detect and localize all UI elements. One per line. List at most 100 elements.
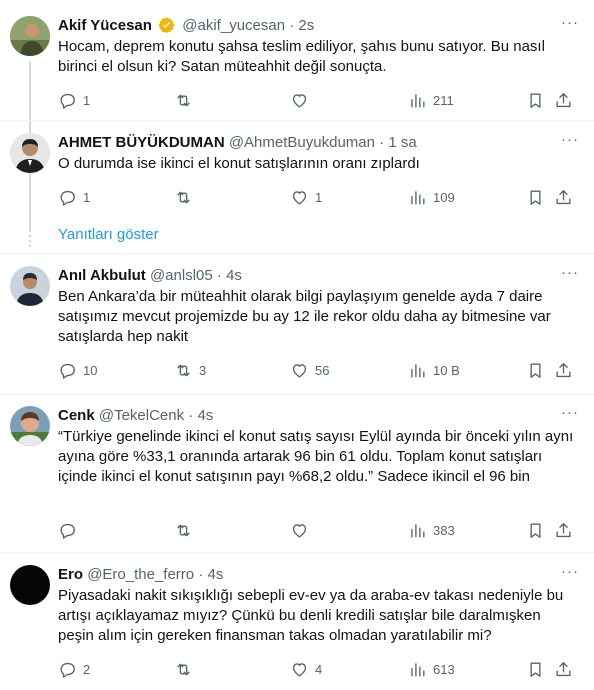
replies-count: 2 <box>83 661 91 677</box>
replies-count: 1 <box>83 92 91 108</box>
tweet-ahmet[interactable]: AHMET BÜYÜKDUMAN @AhmetBuyukduman · 1 sa… <box>0 132 594 213</box>
timestamp[interactable]: 4s <box>197 407 213 424</box>
more-options-icon[interactable]: ··· <box>560 132 580 153</box>
like-icon <box>290 361 309 380</box>
share-button[interactable] <box>554 520 573 540</box>
like-icon <box>290 188 309 207</box>
reply-button[interactable]: 2 <box>58 659 90 679</box>
share-button[interactable] <box>554 659 573 679</box>
display-name[interactable]: Anıl Akbulut <box>58 267 146 284</box>
views-icon <box>408 521 427 540</box>
retweet-icon <box>174 91 193 110</box>
more-options-icon[interactable]: ··· <box>560 265 580 286</box>
display-name[interactable]: AHMET BÜYÜKDUMAN <box>58 134 225 151</box>
share-button[interactable] <box>554 187 573 207</box>
views-button[interactable]: 211 <box>408 90 454 110</box>
tweet-ero[interactable]: Ero @Ero_the_ferro · 4s ··· Piyasadaki n… <box>0 564 594 685</box>
thread-dotted-line <box>29 220 31 250</box>
tweet-header: Akif Yücesan @akif_yucesan · 2s <box>58 16 564 36</box>
like-icon <box>290 660 309 679</box>
retweet-button[interactable] <box>174 659 199 679</box>
tweet-text: Piyasadaki nakit sıkışıklığı sebepli ev-… <box>58 587 564 644</box>
reply-icon <box>58 361 77 380</box>
views-icon <box>408 660 427 679</box>
tweet-text: O durumda ise ikinci el konut satışların… <box>58 155 420 172</box>
reply-button[interactable]: 1 <box>58 90 90 110</box>
views-count: 383 <box>433 522 455 538</box>
like-button[interactable] <box>290 90 315 110</box>
timestamp[interactable]: 1 sa <box>388 134 416 151</box>
bookmark-icon <box>526 188 545 207</box>
views-button[interactable]: 10 B <box>408 360 460 380</box>
views-button[interactable]: 109 <box>408 187 455 207</box>
views-count: 10 B <box>433 362 460 378</box>
tweet-anil[interactable]: Anıl Akbulut @anlsl05 · 4s ··· Ben Ankar… <box>0 265 594 386</box>
share-icon <box>554 91 573 110</box>
avatar[interactable] <box>10 266 50 306</box>
tweet-actions: 383 <box>58 520 580 540</box>
avatar[interactable] <box>10 406 50 446</box>
display-name[interactable]: Akif Yücesan <box>58 17 152 34</box>
bookmark-icon <box>526 91 545 110</box>
views-button[interactable]: 383 <box>408 520 455 540</box>
more-options-icon[interactable]: ··· <box>560 15 580 36</box>
retweet-button[interactable] <box>174 187 199 207</box>
divider <box>0 120 594 121</box>
likes-count: 1 <box>315 189 323 205</box>
bookmark-button[interactable] <box>526 90 545 110</box>
display-name[interactable]: Cenk <box>58 407 95 424</box>
user-handle[interactable]: @TekelCenk <box>99 407 184 424</box>
like-button[interactable]: 56 <box>290 360 329 380</box>
user-handle[interactable]: @anlsl05 <box>150 267 213 284</box>
bookmark-button[interactable] <box>526 520 545 540</box>
reply-button[interactable] <box>58 520 83 540</box>
user-handle[interactable]: @akif_yucesan <box>182 17 285 34</box>
views-button[interactable]: 613 <box>408 659 455 679</box>
retweet-icon <box>174 521 193 540</box>
timestamp[interactable]: 4s <box>207 566 223 583</box>
bookmark-button[interactable] <box>526 360 545 380</box>
avatar[interactable] <box>10 16 50 56</box>
more-options-icon[interactable]: ··· <box>560 405 580 426</box>
bookmark-icon <box>526 361 545 380</box>
share-button[interactable] <box>554 360 573 380</box>
timestamp[interactable]: 4s <box>226 267 242 284</box>
user-handle[interactable]: @Ero_the_ferro <box>87 566 194 583</box>
reply-button[interactable]: 10 <box>58 360 97 380</box>
reply-button[interactable]: 1 <box>58 187 90 207</box>
avatar[interactable] <box>10 565 50 605</box>
views-icon <box>408 361 427 380</box>
bookmark-button[interactable] <box>526 659 545 679</box>
retweet-button[interactable]: 3 <box>174 360 206 380</box>
bookmark-icon <box>526 521 545 540</box>
show-replies-link[interactable]: Yanıtları göster <box>58 226 159 243</box>
separator-dot: · <box>188 407 194 424</box>
separator-dot: · <box>379 134 385 151</box>
divider <box>0 394 594 395</box>
share-button[interactable] <box>554 90 573 110</box>
avatar[interactable] <box>10 133 50 173</box>
bookmark-button[interactable] <box>526 187 545 207</box>
tweet-actions: 10 3 56 10 B <box>58 360 580 380</box>
timestamp[interactable]: 2s <box>298 17 314 34</box>
share-icon <box>554 521 573 540</box>
views-count: 109 <box>433 189 455 205</box>
like-icon <box>290 91 309 110</box>
tweet-header: Cenk @TekelCenk · 4s <box>58 406 564 426</box>
like-button[interactable] <box>290 520 315 540</box>
tweet-actions: 2 4 613 <box>58 659 580 679</box>
tweet-akif[interactable]: Akif Yücesan @akif_yucesan · 2s ··· Hoca… <box>0 15 594 232</box>
reply-icon <box>58 660 77 679</box>
more-options-icon[interactable]: ··· <box>560 564 580 585</box>
retweet-button[interactable] <box>174 90 199 110</box>
like-button[interactable]: 1 <box>290 187 322 207</box>
display-name[interactable]: Ero <box>58 566 83 583</box>
user-handle[interactable]: @AhmetBuyukduman <box>229 134 375 151</box>
tweet-cenk[interactable]: Cenk @TekelCenk · 4s ··· “Türkiye geneli… <box>0 405 594 546</box>
like-button[interactable]: 4 <box>290 659 322 679</box>
retweet-icon <box>174 188 193 207</box>
tweet-actions: 1 211 <box>58 90 580 110</box>
retweet-icon <box>174 660 193 679</box>
bookmark-icon <box>526 660 545 679</box>
retweet-button[interactable] <box>174 520 199 540</box>
